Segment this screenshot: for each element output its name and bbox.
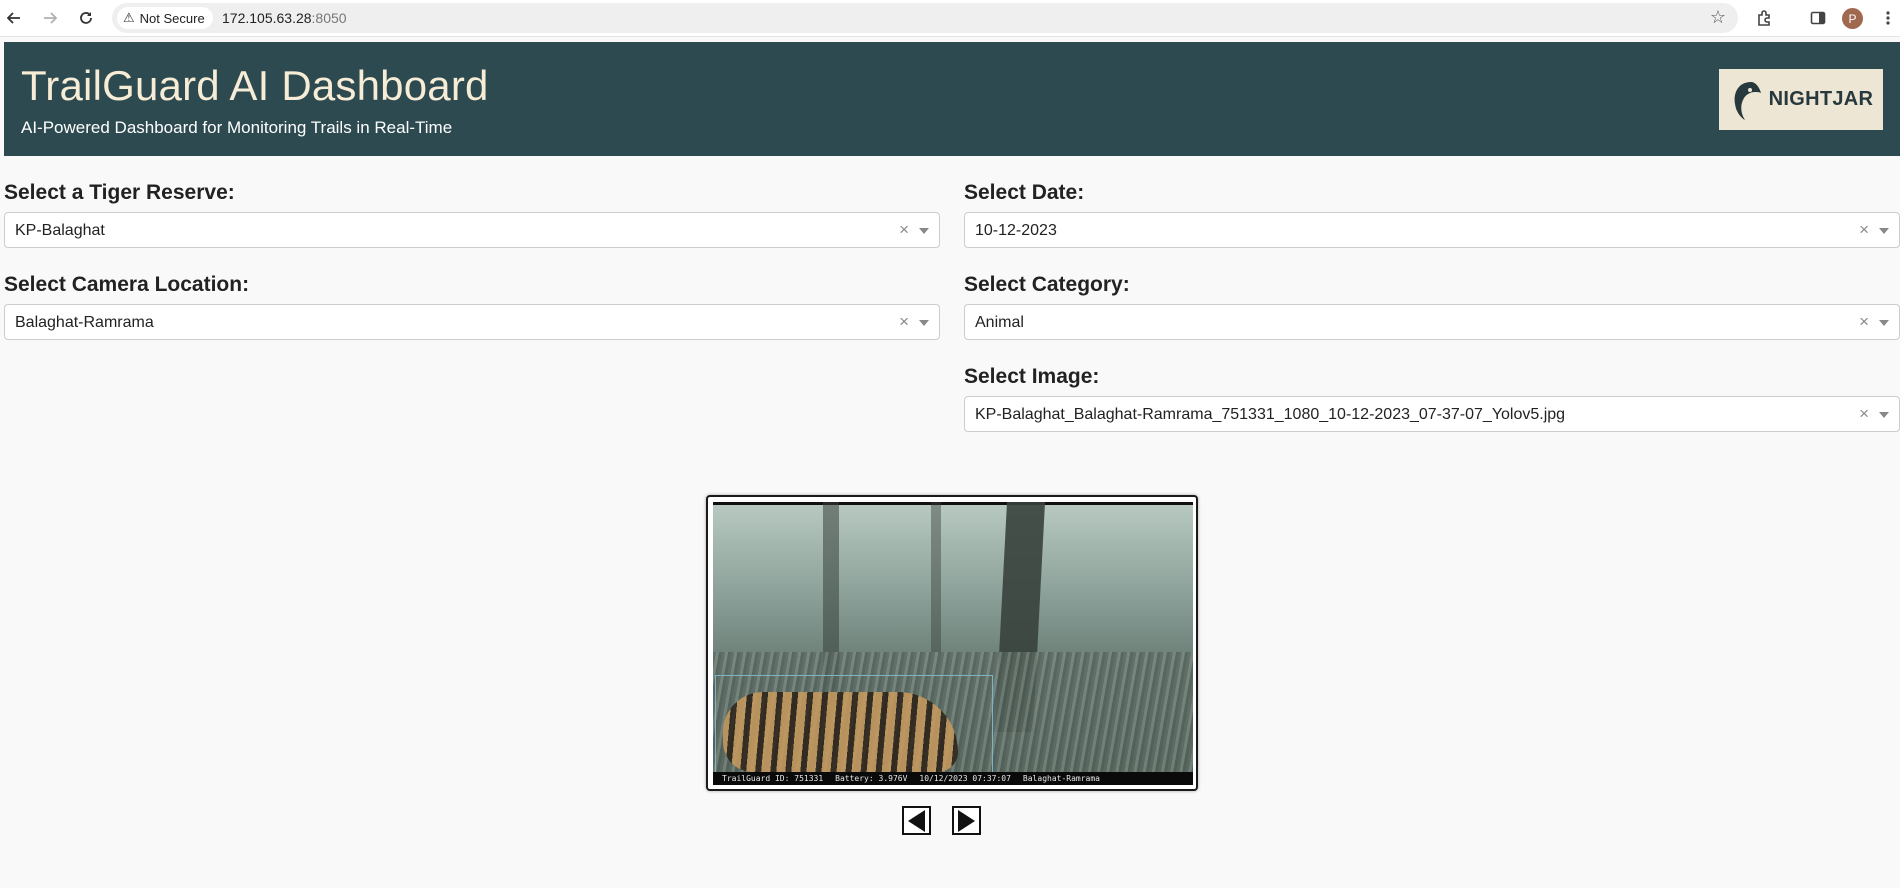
image-value: KP-Balaghat_Balaghat-Ramrama_751331_1080… xyxy=(975,406,1566,423)
arrow-left-icon xyxy=(7,12,20,24)
avatar[interactable]: P xyxy=(1842,8,1863,29)
date-label: Select Date: xyxy=(964,181,1085,204)
chevron-down-icon[interactable] xyxy=(1879,228,1889,234)
next-image-button[interactable] xyxy=(952,806,981,835)
caption-battery: Battery: 3.976V xyxy=(835,774,908,783)
camera-label: Select Camera Location: xyxy=(4,273,250,296)
clear-icon[interactable]: × xyxy=(1859,312,1869,332)
logo-text: NIGHTJAR xyxy=(1768,88,1874,110)
nightjar-logo: NIGHTJAR xyxy=(1719,69,1883,130)
chevron-down-icon[interactable] xyxy=(1879,320,1889,326)
browser-toolbar: ⚠ Not Secure 172.105.63.28:8050 ☆ P xyxy=(0,0,1900,37)
camera-value: Balaghat-Ramrama xyxy=(15,314,154,331)
camera-trap-photo: TrailGuard ID: 751331 Battery: 3.976V 10… xyxy=(713,502,1193,785)
date-value: 10-12-2023 xyxy=(975,222,1057,239)
photo-top-border xyxy=(713,502,1193,505)
category-value: Animal xyxy=(975,314,1024,331)
date-select[interactable]: 10-12-2023 × xyxy=(964,212,1900,248)
category-select[interactable]: Animal × xyxy=(964,304,1900,340)
category-label: Select Category: xyxy=(964,273,1130,296)
photo-caption: TrailGuard ID: 751331 Battery: 3.976V 10… xyxy=(713,772,1193,785)
caption-timestamp: 10/12/2023 07:37:07 xyxy=(919,774,1011,783)
chevron-down-icon[interactable] xyxy=(919,228,929,234)
star-icon[interactable]: ☆ xyxy=(1710,7,1726,28)
clear-icon[interactable]: × xyxy=(1859,404,1869,424)
tree-trunk xyxy=(931,502,941,652)
reserve-value: KP-Balaghat xyxy=(15,222,105,239)
sidebar-icon[interactable] xyxy=(1806,6,1830,30)
page-subtitle: AI-Powered Dashboard for Monitoring Trai… xyxy=(21,118,453,137)
back-button[interactable] xyxy=(2,6,26,30)
reserve-label: Select a Tiger Reserve: xyxy=(4,181,235,204)
kebab-menu-icon[interactable] xyxy=(1876,6,1900,30)
image-select[interactable]: KP-Balaghat_Balaghat-Ramrama_751331_1080… xyxy=(964,396,1900,432)
clear-icon[interactable]: × xyxy=(899,220,909,240)
bird-logo-icon xyxy=(1734,81,1761,120)
detection-bounding-box xyxy=(715,675,993,773)
chevron-down-icon[interactable] xyxy=(1879,412,1889,418)
url-host: 172.105.63.28 xyxy=(222,10,312,26)
clear-icon[interactable]: × xyxy=(1859,220,1869,240)
page-title: TrailGuard AI Dashboard xyxy=(21,62,489,109)
warning-icon: ⚠ xyxy=(123,10,135,25)
puzzle-icon[interactable] xyxy=(1752,6,1776,30)
arrow-right-icon xyxy=(44,12,57,24)
security-label: Not Secure xyxy=(139,10,205,26)
reload-icon xyxy=(80,12,92,24)
triangle-left-icon xyxy=(908,809,925,832)
forward-button[interactable] xyxy=(38,6,62,30)
chevron-down-icon[interactable] xyxy=(919,320,929,326)
url-text[interactable]: 172.105.63.28:8050 xyxy=(222,10,347,26)
image-label: Select Image: xyxy=(964,365,1100,388)
security-chip[interactable]: ⚠ Not Secure xyxy=(117,7,213,29)
triangle-right-icon xyxy=(958,809,975,832)
address-bar[interactable]: ⚠ Not Secure 172.105.63.28:8050 ☆ xyxy=(112,3,1738,33)
reserve-select[interactable]: KP-Balaghat × xyxy=(4,212,940,248)
caption-trailguard-id: TrailGuard ID: 751331 xyxy=(722,774,824,783)
reload-button[interactable] xyxy=(74,6,98,30)
camera-select[interactable]: Balaghat-Ramrama × xyxy=(4,304,940,340)
previous-image-button[interactable] xyxy=(902,806,931,835)
caption-location: Balaghat-Ramrama xyxy=(1022,774,1100,783)
image-viewer: TrailGuard ID: 751331 Battery: 3.976V 10… xyxy=(706,495,1198,791)
app-header: TrailGuard AI Dashboard AI-Powered Dashb… xyxy=(4,42,1900,156)
clear-icon[interactable]: × xyxy=(899,312,909,332)
url-port: :8050 xyxy=(311,10,347,26)
